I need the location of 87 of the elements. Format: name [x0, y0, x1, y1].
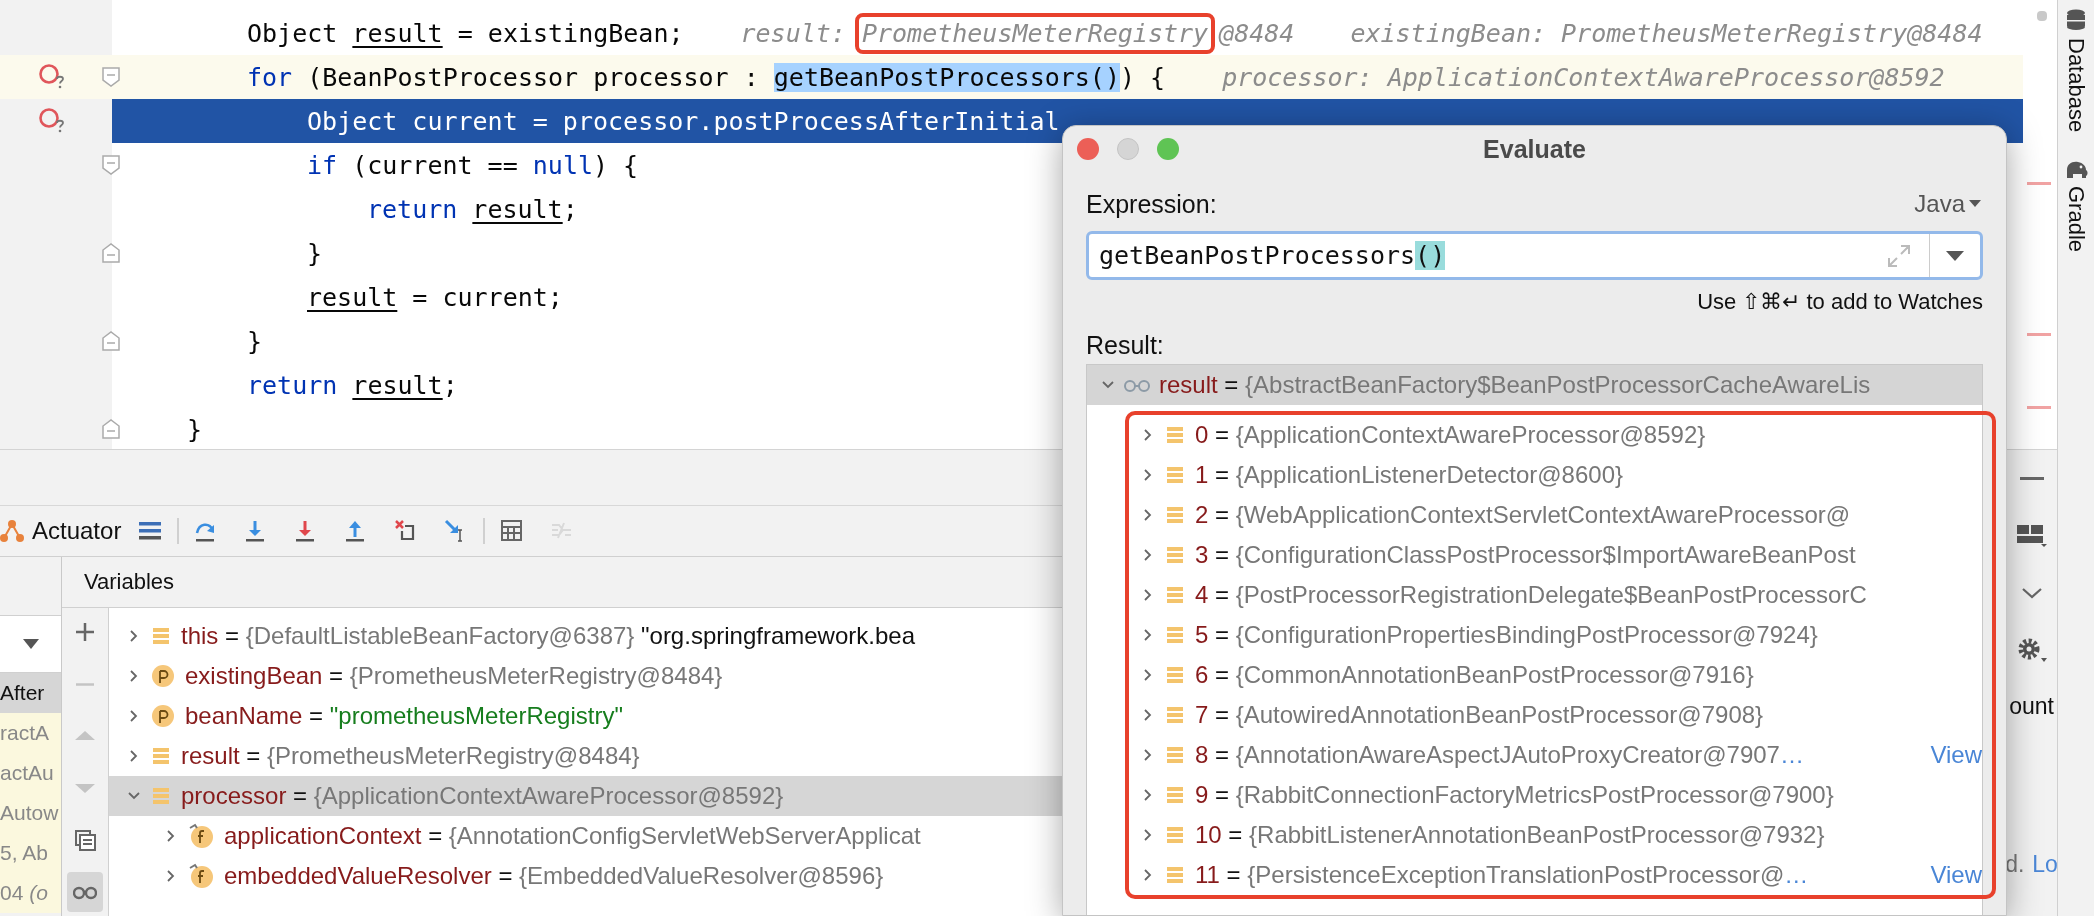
parameter-icon [151, 664, 175, 688]
caret-icon [1969, 200, 1981, 208]
field-list-icon [1165, 785, 1185, 805]
fold-marker-icon[interactable] [102, 243, 120, 263]
fold-marker-icon[interactable] [102, 67, 120, 87]
close-button[interactable] [1077, 138, 1099, 160]
variable-label: 10 = {RabbitListenerAnnotationBeanPostProcessor@7932} [1195, 821, 1826, 849]
inline-hint: result: [740, 18, 847, 48]
language-selector[interactable]: Java [1914, 190, 1981, 218]
field-list-icon [1165, 705, 1185, 725]
field-label: Expression: [1086, 189, 1217, 219]
shortcut-hint: Use ⇧⌘↵ to add to Watches [1697, 288, 1983, 316]
field-list-icon [1165, 425, 1185, 445]
fold-marker-icon[interactable] [102, 331, 120, 351]
field-list-icon [151, 746, 171, 766]
code-line: result = current; [307, 282, 563, 312]
view-link[interactable]: View [1930, 861, 1982, 889]
variable-label: 11 = {PersistenceExceptionTranslationPostProcessor@… [1195, 861, 1810, 889]
variable-label: 3 = {ConfigurationClassPostProcessor$ImportAwareBeanPost [1195, 541, 1857, 569]
code-line: for (BeanPostProcessor processor : getBeanPostProcessors()) { [247, 62, 1166, 92]
caret-icon[interactable] [1946, 250, 1964, 261]
field-list-icon [1165, 745, 1185, 765]
variable-label: applicationContext = {AnnotationConfigServletWebServerApplicat [224, 822, 921, 850]
code-line: } [307, 238, 323, 268]
fold-marker-icon[interactable] [102, 419, 120, 439]
field-list-icon [151, 626, 171, 646]
variable-label: 0 = {ApplicationContextAwareProcessor@8592} [1195, 421, 1707, 449]
field-list-icon [1165, 465, 1185, 485]
side-tab[interactable]: Database [2063, 38, 2089, 133]
fold-marker-icon[interactable] [102, 155, 120, 175]
code-line: if (current == null) { [307, 150, 639, 180]
chevron-down-icon[interactable] [2020, 585, 2043, 600]
field-label: Result: [1086, 331, 1164, 360]
field-list-icon [1165, 585, 1185, 605]
truncated-label: ount [2009, 693, 2054, 720]
code-line: return result; [247, 370, 458, 400]
variable-label: existingBean = {PrometheusMeterRegistry@8484} [185, 662, 723, 690]
variable-label: embeddedValueResolver = {EmbeddedValueResolver@8596} [224, 862, 884, 890]
code-line: Object result = existingBean; [247, 18, 684, 48]
variable-label: 4 = {PostProcessorRegistrationDelegate$BeanPostProcessorC [1195, 581, 1868, 609]
tree-header-row[interactable]: result = {AbstractBeanFactory$BeanPostProcessorCacheAwareLis [1087, 365, 1982, 405]
variable-label: 6 = {CommonAnnotationBeanPostProcessor@7916} [1195, 661, 1755, 689]
code-line: } [187, 414, 203, 444]
variable-label: this = {DefaultListableBeanFactory@6387} "org.springframework.bea [181, 622, 915, 650]
inline-hint: existingBean: PrometheusMeterRegistry@8484 [1350, 18, 1983, 48]
field-list-icon [1165, 665, 1185, 685]
expression-field[interactable]: getBeanPostProcessors() [1086, 231, 1983, 280]
variable-label: 8 = {AnnotationAwareAspectJAutoProxyCreator@7907… [1195, 741, 1805, 769]
side-tab[interactable]: Gradle [2063, 186, 2089, 253]
database-icon [2065, 8, 2087, 32]
caret-icon[interactable] [22, 639, 39, 649]
field-list-icon [1165, 625, 1185, 645]
variable-label: 5 = {ConfigurationPropertiesBindingPostProcessor@7924} [1195, 621, 1819, 649]
variable-label: 9 = {RabbitConnectionFactoryMetricsPostProcessor@7900} [1195, 781, 1835, 809]
variable-label: 7 = {AutowiredAnnotationBeanPostProcessor@7908} [1195, 701, 1765, 729]
dialog-title: Evaluate [1483, 134, 1586, 164]
field-icon [188, 823, 214, 849]
highlighted-hint: PrometheusMeterRegistry [854, 12, 1216, 54]
inline-hint: processor: ApplicationContextAwareProcessor@8592 [1222, 62, 1945, 92]
variable-label: result = {PrometheusMeterRegistry@8484} [181, 742, 640, 770]
minimize-icon[interactable] [2019, 475, 2044, 482]
glasses-icon [1123, 378, 1151, 392]
field-icon [188, 863, 214, 889]
code-line: Object current = processor.postProcessAfterInitial [307, 106, 1060, 136]
field-list-icon [1165, 505, 1185, 525]
view-link[interactable]: View [1930, 741, 1982, 769]
variable-label: 1 = {ApplicationListenerDetector@8600} [1195, 461, 1624, 489]
variable-label: result = {AbstractBeanFactory$BeanPostProcessorCacheAwareLis [1159, 371, 1871, 399]
field-list-icon [1165, 825, 1185, 845]
graph-nodes-icon [0, 518, 26, 544]
code-line: } [247, 326, 263, 356]
variable-label: processor = {ApplicationContextAwareProcessor@8592} [181, 782, 784, 810]
variable-label: 2 = {WebApplicationContextServletContextAwareProcessor@ [1195, 501, 1852, 529]
tab-label[interactable]: Actuator [32, 517, 122, 545]
field-list-icon [1165, 545, 1185, 565]
code-line: return result; [367, 194, 578, 224]
remove-icon [76, 682, 94, 686]
field-list-icon [151, 786, 171, 806]
watches-toggle-button[interactable] [67, 872, 103, 912]
field-list-icon [1165, 865, 1185, 885]
inline-hint: @8484 [1219, 18, 1295, 48]
variable-label: beanName = "prometheusMeterRegistry" [185, 702, 623, 730]
layout-icon[interactable] [2016, 524, 2047, 547]
add-icon [73, 620, 97, 644]
copy-icon [73, 828, 97, 852]
panel-title[interactable]: Variables [84, 569, 175, 595]
parameter-icon [151, 704, 175, 728]
